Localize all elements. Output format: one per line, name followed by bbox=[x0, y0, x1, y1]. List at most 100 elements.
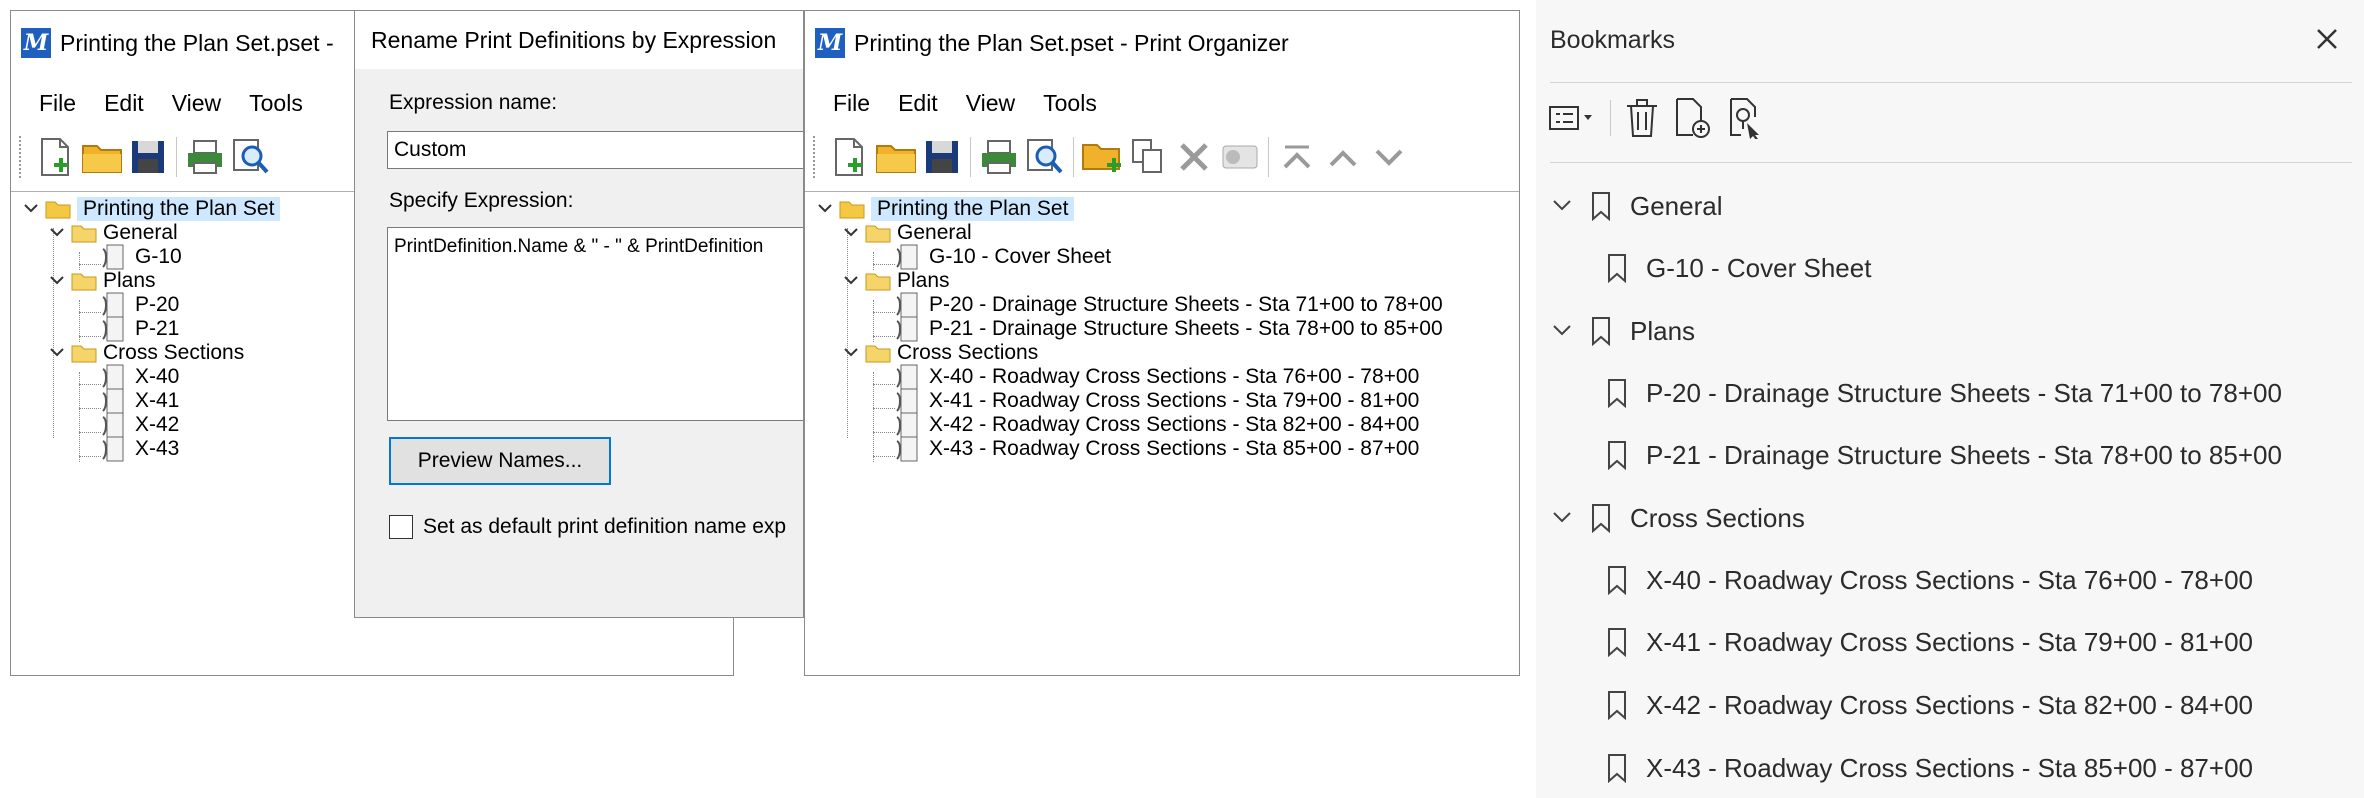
bookmark-item-label: G-10 - Cover Sheet bbox=[1646, 252, 1872, 283]
chevron-down-icon[interactable] bbox=[1548, 504, 1576, 532]
save-icon[interactable] bbox=[125, 134, 171, 180]
default-expression-checkbox[interactable]: Set as default print definition name exp bbox=[389, 515, 786, 539]
chevron-down-icon[interactable] bbox=[47, 223, 67, 243]
window-title: Printing the Plan Set.pset - Print Organ… bbox=[854, 29, 1289, 56]
bookmark-icon bbox=[1608, 254, 1626, 283]
copy-icon[interactable] bbox=[1125, 134, 1171, 180]
chevron-down-icon[interactable] bbox=[841, 271, 861, 291]
chevron-down-icon[interactable] bbox=[21, 199, 41, 219]
bookmarks-panel: Bookmarks General G-10 - Cover Sheet Pla… bbox=[1536, 0, 2364, 798]
bookmark-item[interactable]: X-43 - Roadway Cross Sections - Sta 85+0… bbox=[1606, 748, 2253, 788]
folder-icon bbox=[865, 225, 891, 243]
menu-file[interactable]: File bbox=[25, 90, 90, 117]
folder-icon bbox=[865, 345, 891, 363]
rename-dialog: Rename Print Definitions by Expression E… bbox=[354, 10, 804, 618]
toolbar-grip[interactable] bbox=[813, 136, 821, 178]
chevron-down-icon[interactable] bbox=[47, 271, 67, 291]
menu-tools[interactable]: Tools bbox=[235, 90, 317, 117]
chevron-down-icon[interactable] bbox=[841, 223, 861, 243]
bookmark-item-label: X-41 - Roadway Cross Sections - Sta 79+0… bbox=[1646, 626, 2253, 657]
chevron-down-icon[interactable] bbox=[1548, 317, 1576, 345]
toolbar-separator bbox=[176, 137, 177, 177]
find-bookmark-icon[interactable] bbox=[1727, 94, 1767, 142]
bookmark-icon bbox=[1592, 192, 1610, 221]
delete-bookmark-icon[interactable] bbox=[1625, 94, 1659, 142]
expression-textarea[interactable]: PrintDefinition.Name & " - " & PrintDefi… bbox=[387, 227, 803, 421]
tree-item[interactable]: X-43 bbox=[101, 432, 179, 466]
print-preview-icon[interactable] bbox=[1022, 134, 1068, 180]
bookmark-item[interactable]: P-20 - Drainage Structure Sheets - Sta 7… bbox=[1606, 373, 2282, 413]
bookmark-group-plans[interactable]: Plans bbox=[1548, 311, 1695, 351]
bookmark-item[interactable]: G-10 - Cover Sheet bbox=[1606, 248, 1871, 288]
menu-view[interactable]: View bbox=[952, 90, 1029, 117]
bookmark-group-label: Plans bbox=[1630, 315, 1696, 346]
chevron-down-icon[interactable] bbox=[1548, 192, 1576, 220]
bookmark-item[interactable]: X-41 - Roadway Cross Sections - Sta 79+0… bbox=[1606, 622, 2253, 662]
bookmark-item[interactable]: X-42 - Roadway Cross Sections - Sta 82+0… bbox=[1606, 685, 2253, 725]
bookmark-icon bbox=[1608, 379, 1626, 408]
bookmark-item[interactable]: P-21 - Drainage Structure Sheets - Sta 7… bbox=[1606, 435, 2282, 475]
tree-pane[interactable]: Printing the Plan Set General G-10 - Cov… bbox=[805, 191, 1519, 675]
menu-edit[interactable]: Edit bbox=[884, 90, 952, 117]
checkbox-label: Set as default print definition name exp bbox=[423, 515, 787, 538]
folder-icon bbox=[865, 273, 891, 291]
add-folder-icon[interactable] bbox=[1079, 134, 1125, 180]
bookmarks-toolbar bbox=[1548, 94, 1781, 142]
bookmark-item[interactable]: X-40 - Roadway Cross Sections - Sta 76+0… bbox=[1606, 560, 2253, 600]
chevron-down-icon[interactable] bbox=[815, 199, 835, 219]
bookmark-group-label: General bbox=[1630, 190, 1723, 221]
close-icon[interactable] bbox=[2310, 22, 2344, 56]
new-icon[interactable] bbox=[827, 134, 873, 180]
move-down-icon[interactable] bbox=[1366, 134, 1412, 180]
expression-name-field[interactable]: Custom bbox=[387, 131, 803, 169]
app-icon: M bbox=[815, 28, 845, 58]
bookmark-group-general[interactable]: General bbox=[1548, 186, 1723, 226]
bookmark-item-label: X-42 - Roadway Cross Sections - Sta 82+0… bbox=[1646, 689, 2253, 720]
chevron-down-icon[interactable] bbox=[841, 343, 861, 363]
options-menu-icon[interactable] bbox=[1548, 94, 1596, 142]
tree-item-label: X-43 bbox=[135, 437, 180, 460]
window-title: Printing the Plan Set.pset - bbox=[60, 29, 334, 56]
menu-tools[interactable]: Tools bbox=[1029, 90, 1111, 117]
tree-item-label: X-43 - Roadway Cross Sections - Sta 85+0… bbox=[929, 437, 1420, 460]
app-icon: M bbox=[21, 28, 51, 58]
new-icon[interactable] bbox=[33, 134, 79, 180]
dialog-title: Rename Print Definitions by Expression bbox=[355, 11, 803, 69]
checkbox-box[interactable] bbox=[389, 515, 413, 539]
print-organizer-window-right: M Printing the Plan Set.pset - Print Org… bbox=[804, 10, 1520, 676]
preview-names-button[interactable]: Preview Names... bbox=[389, 437, 611, 485]
print-icon[interactable] bbox=[182, 134, 228, 180]
print-preview-icon[interactable] bbox=[228, 134, 274, 180]
tree-item[interactable]: X-43 - Roadway Cross Sections - Sta 85+0… bbox=[895, 432, 1419, 466]
bookmark-group-label: Cross Sections bbox=[1630, 502, 1805, 533]
properties-icon[interactable] bbox=[1217, 134, 1263, 180]
menu-edit[interactable]: Edit bbox=[90, 90, 158, 117]
bookmark-icon bbox=[1608, 628, 1626, 657]
tree-item-label: G-10 - Cover Sheet bbox=[929, 245, 1112, 268]
bookmark-item-label: X-40 - Roadway Cross Sections - Sta 76+0… bbox=[1646, 564, 2253, 595]
toolbar-grip[interactable] bbox=[19, 136, 27, 178]
bookmark-group-cross-sections[interactable]: Cross Sections bbox=[1548, 498, 1805, 538]
bookmark-icon bbox=[1608, 754, 1626, 783]
menu-file[interactable]: File bbox=[819, 90, 884, 117]
bookmark-icon bbox=[1592, 504, 1610, 533]
add-bookmark-icon[interactable] bbox=[1673, 94, 1713, 142]
move-up-icon[interactable] bbox=[1320, 134, 1366, 180]
toolbar-separator bbox=[1610, 100, 1611, 136]
divider bbox=[1550, 82, 2352, 83]
bookmark-icon bbox=[1608, 691, 1626, 720]
save-icon[interactable] bbox=[919, 134, 965, 180]
menu-view[interactable]: View bbox=[158, 90, 235, 117]
chevron-down-icon[interactable] bbox=[47, 343, 67, 363]
bookmark-item-label: P-21 - Drainage Structure Sheets - Sta 7… bbox=[1646, 439, 2282, 470]
open-folder-icon[interactable] bbox=[873, 134, 919, 180]
move-top-icon[interactable] bbox=[1274, 134, 1320, 180]
open-folder-icon[interactable] bbox=[79, 134, 125, 180]
delete-icon[interactable] bbox=[1171, 134, 1217, 180]
toolbar-separator bbox=[970, 137, 971, 177]
bookmark-item-label: X-43 - Roadway Cross Sections - Sta 85+0… bbox=[1646, 752, 2253, 783]
sheet-icon bbox=[896, 436, 918, 462]
folder-icon bbox=[71, 225, 97, 243]
print-icon[interactable] bbox=[976, 134, 1022, 180]
bookmark-icon bbox=[1592, 317, 1610, 346]
